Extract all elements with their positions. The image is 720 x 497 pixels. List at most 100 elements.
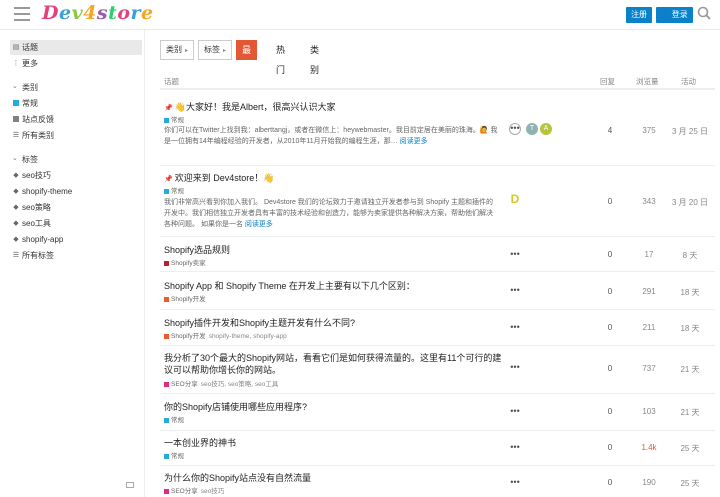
topic-title[interactable]: 📌 👋大家好！我是Albert，很高兴认识大家 [164,101,335,115]
excerpt-text: 我们非常高兴看到你加入我们。 Dev4store 我们的论坛致力于邀请独立开发者… [164,199,494,228]
category-label: Shopify卖家 [171,260,206,267]
header-activity[interactable]: 活动 [681,76,696,87]
topic-category[interactable]: 常规 [164,414,184,424]
categories-section-header[interactable]: ⌄ 类别 [12,82,38,93]
poster-avatar-dots-icon[interactable]: ••• [509,123,521,135]
tab-latest[interactable]: 最新 [236,40,258,75]
topic-category[interactable]: Shopify开发 [164,293,206,303]
header-replies[interactable]: 回复 [600,76,615,87]
poster-avatar-dots-icon[interactable]: ••• [509,250,521,262]
activity-time[interactable]: 8 天 [670,250,710,261]
sidebar-item-category-feedback[interactable]: 站点反馈 [10,112,142,127]
wave-emoji-icon: 👋 [174,102,186,112]
activity-time[interactable]: 25 天 [670,443,710,454]
topic-title[interactable]: Shopify选品规则 [164,244,230,256]
tags-section-header[interactable]: ⌄ 标签 [12,154,38,165]
topic-row[interactable]: 📌 欢迎来到 Dev4store！👋 常规 我们非常高兴看到你加入我们。 Dev4… [160,167,715,237]
topic-row[interactable]: 一本创业界的神书 常规 ••• 0 1.4k 25 天 [160,432,715,466]
topic-row[interactable]: 我分析了30个最大的Shopify网站，看看它们是如何获得流量的。这里有11个可… [160,347,715,394]
topic-category[interactable]: Shopify开发 shopify-theme, shopify-app [164,330,287,340]
topic-category[interactable]: SEO分享 seo技巧 [164,485,224,495]
header-views[interactable]: 浏览量 [636,76,659,87]
reply-count[interactable]: 4 [600,126,620,135]
topic-title[interactable]: Shopify App 和 Shopify Theme 在开发上主要有以下几个区… [164,280,415,292]
header-topic[interactable]: 话题 [164,76,179,87]
read-more-link[interactable]: 阅读更多 [400,138,428,145]
topic-row[interactable]: Shopify插件开发和Shopify主题开发有什么不同? Shopify开发 s… [160,311,715,346]
chevron-down-icon: ⌄ [12,83,18,90]
topic-category[interactable]: 常规 [164,450,184,460]
poster-avatar-dots-icon[interactable]: ••• [509,286,521,298]
topic-row[interactable]: Shopify App 和 Shopify Theme 在开发上主要有以下几个区… [160,273,715,310]
reply-count[interactable]: 0 [600,250,620,259]
sidebar-item-label: seo技巧 [22,171,51,180]
reply-count[interactable]: 0 [600,407,620,416]
activity-time[interactable]: 25 天 [670,478,710,489]
sidebar-item-tag-seo-tips[interactable]: ◆ seo技巧 [10,168,142,183]
category-label: 常规 [171,417,184,424]
poster-avatar-dots-icon[interactable]: ••• [509,323,521,335]
topic-title[interactable]: Shopify插件开发和Shopify主题开发有什么不同? [164,317,355,329]
poster-avatar-dots-icon[interactable]: ••• [509,478,521,490]
topic-category[interactable]: 常规 [164,114,184,124]
topic-row[interactable]: 你的Shopify店铺使用哪些应用程序? 常规 ••• 0 103 21 天 [160,395,715,431]
site-logo[interactable]: Dev4store [42,2,154,24]
poster-avatar-dots-icon[interactable]: ••• [509,443,521,455]
sidebar-item-tag-seo-tools[interactable]: ◆ seo工具 [10,216,142,231]
reply-count[interactable]: 0 [600,478,620,487]
reply-count[interactable]: 0 [600,197,620,206]
topic-title[interactable]: 为什么你的Shopify站点没有自然流量 [164,472,311,484]
sidebar-item-more[interactable]: ⋮ 更多 [10,56,142,71]
reply-count[interactable]: 0 [600,443,620,452]
poster-avatar-dots-icon[interactable]: ••• [509,363,521,375]
sidebar-item-tag-shopify-theme[interactable]: ◆ shopify-theme [10,184,142,199]
reply-count[interactable]: 0 [600,287,620,296]
topic-title[interactable]: 我分析了30个最大的Shopify网站，看看它们是如何获得流量的。这里有11个可… [164,352,509,376]
avatar-d-icon[interactable]: D [509,193,521,205]
sidebar-item-all-tags[interactable]: ☰ 所有标签 [10,248,142,263]
search-icon[interactable] [697,6,711,20]
poster-avatar-dots-icon[interactable]: ••• [509,407,521,419]
topic-title-text: 欢迎来到 Dev4store！👋 [174,173,275,183]
reply-count[interactable]: 0 [600,364,620,373]
activity-time[interactable]: 21 天 [670,364,710,375]
avatar[interactable]: A [540,123,552,135]
sidebar-item-tag-shopify-app[interactable]: ◆ shopify-app [10,232,142,247]
pin-icon: 📌 [164,105,173,112]
category-dropdown[interactable]: 类别 ▸ [160,40,194,60]
keyboard-shortcuts-icon[interactable] [126,482,134,488]
activity-time[interactable]: 18 天 [670,287,710,298]
topic-category[interactable]: 常规 [164,185,184,195]
sidebar-item-tag-seo-strategy[interactable]: ◆ seo策略 [10,200,142,215]
sidebar-item-topics[interactable]: ▤ 话题 [10,40,142,55]
topic-title[interactable]: 一本创业界的神书 [164,437,236,449]
tab-top[interactable]: 热门 [270,40,291,75]
sidebar-item-label: shopify-theme [22,187,73,196]
category-label: SEO分享 [171,381,198,388]
hamburger-menu-icon[interactable] [14,7,30,21]
tab-categories[interactable]: 类别 [304,40,325,75]
sidebar-item-label: 话题 [22,43,38,52]
topic-category[interactable]: SEO分享 seo技巧, seo策略, seo工具 [164,378,278,388]
sidebar-item-category-general[interactable]: 常规 [10,96,142,111]
activity-time[interactable]: 3 月 20 日 [670,197,710,208]
topic-title[interactable]: 📌 欢迎来到 Dev4store！👋 [164,172,274,186]
login-button[interactable]: 👤 登录 [656,7,693,23]
list-icon: ☰ [12,252,20,259]
site-header: Dev4store 注册 👤 登录 [0,0,720,30]
avatar[interactable]: T [526,123,538,135]
topic-title[interactable]: 你的Shopify店铺使用哪些应用程序? [164,401,307,413]
register-button[interactable]: 注册 [626,7,652,23]
activity-time[interactable]: 18 天 [670,323,710,334]
read-more-link[interactable]: 阅读更多 [245,221,273,228]
activity-time[interactable]: 21 天 [670,407,710,418]
sidebar-item-all-categories[interactable]: ☰ 所有类别 [10,128,142,143]
topic-row[interactable]: 为什么你的Shopify站点没有自然流量 SEO分享 seo技巧 ••• 0 19… [160,467,715,497]
topic-row[interactable]: 📌 👋大家好！我是Albert，很高兴认识大家 常规 你们可以在Twitter上找… [160,92,715,166]
tag-dropdown[interactable]: 标签 ▸ [198,40,232,60]
reply-count[interactable]: 0 [600,323,620,332]
view-count: 190 [642,478,656,487]
topic-row[interactable]: Shopify选品规则 Shopify卖家 ••• 0 17 8 天 [160,238,715,272]
activity-time[interactable]: 3 月 25 日 [670,126,710,137]
topic-category[interactable]: Shopify卖家 [164,257,206,267]
